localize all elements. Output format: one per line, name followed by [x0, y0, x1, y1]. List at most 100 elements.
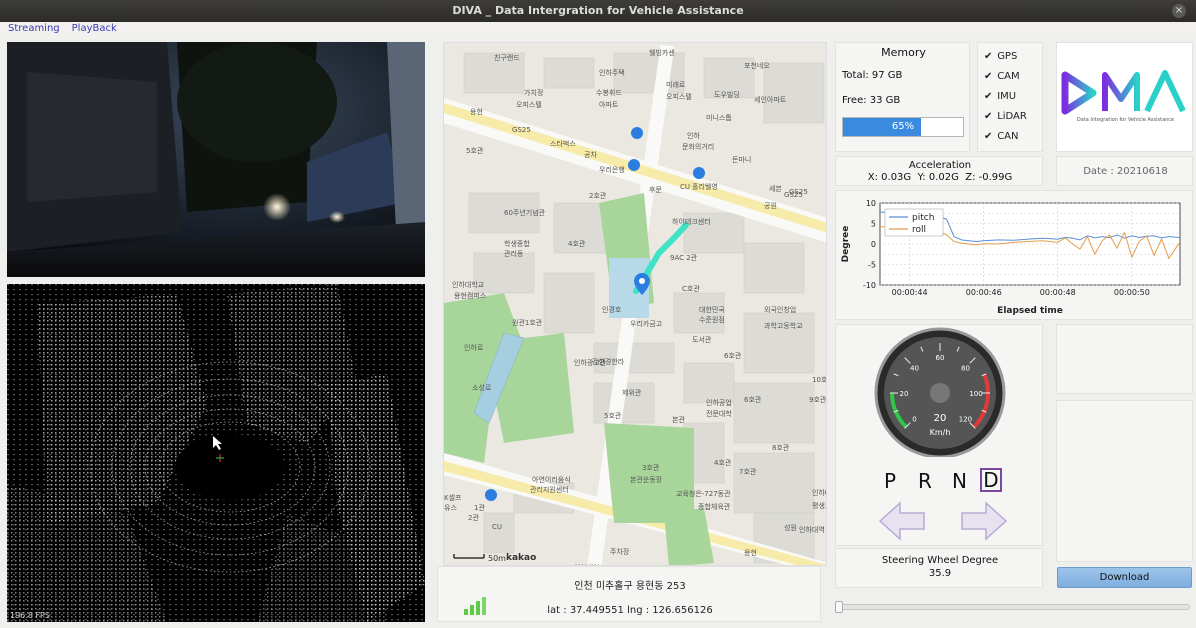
lidar-view: 196.8 FPS	[7, 284, 425, 622]
map-label: 인하공업	[706, 399, 732, 407]
gear-selector: P R N D	[836, 468, 1044, 495]
sensor-can[interactable]: ✔ CAN	[984, 127, 1042, 147]
sensor-lidar[interactable]: ✔ LiDAR	[984, 107, 1042, 127]
map-label: 2관	[468, 514, 479, 522]
map-label: 인하	[687, 132, 700, 140]
map-label: 강현경한라	[592, 358, 625, 366]
latlng-text: lat : 37.449551 lng : 126.656126	[547, 605, 713, 616]
map-label: 4호관	[714, 459, 732, 467]
map-label: 인하대학교	[452, 281, 485, 289]
map-label: 인하주택	[599, 69, 625, 77]
map-label: 5호관	[604, 412, 622, 420]
map-view[interactable]: 친구랜드 웰빙카센 인하주택 포천네오 가치정 오피스텔 수봉휘드 아파트 미래로 오피스텔 도우빌…	[443, 42, 827, 566]
map-label: 본관	[672, 416, 685, 424]
gauge-tick-label: 60	[936, 354, 945, 362]
camera-frame	[7, 42, 425, 277]
chart-legend-label: roll	[912, 225, 926, 235]
sensor-imu[interactable]: ✔ IMU	[984, 87, 1042, 107]
map-label: 세븐	[769, 185, 782, 193]
chart-xtick-label: 00:00:50	[1114, 288, 1150, 297]
map-label: 수준원점	[699, 316, 725, 324]
map-label: 인하로	[464, 344, 484, 352]
map-label: 주차장	[610, 548, 630, 556]
gauge-tick-label: 0	[912, 415, 916, 423]
lidar-point-cloud	[7, 284, 425, 622]
map-label: 전문대학	[706, 410, 732, 418]
logo-panel: Data Integration for Vehicle Assistance	[1056, 42, 1193, 152]
diva-logo	[1061, 70, 1186, 115]
map-label: 5호관	[466, 147, 484, 155]
chart-ylabel: Degree	[841, 226, 851, 263]
check-icon: ✔	[984, 51, 993, 62]
memory-title: Memory	[881, 46, 926, 59]
check-icon: ✔	[984, 111, 993, 122]
map-label: 평생교육원	[812, 502, 826, 510]
imu-chart-panel: -10 -5 0 5 10 00:00:44 00:00:46 00:00:48 00:00:5…	[835, 190, 1193, 320]
chart-xlabel: Elapsed time	[997, 306, 1063, 316]
map-label: 과학고등학교	[764, 322, 803, 330]
map-label: 용현캠퍼스	[454, 292, 487, 300]
map-label: 용현	[744, 549, 757, 557]
map-label: 관리동	[504, 250, 524, 258]
map-label: 9호관	[809, 396, 827, 404]
map-label: 8호관	[772, 444, 790, 452]
title-bar: DIVA _ Data Intergration for Vehicle Ass…	[0, 0, 1196, 22]
memory-total: Total: 97 GB	[842, 70, 903, 81]
map-label: C호관	[682, 285, 700, 293]
map-label: 우리카금고	[630, 320, 663, 328]
map-label: 아파트	[599, 101, 619, 109]
map-label: 성원	[784, 524, 797, 532]
map-scale: 50m	[488, 554, 506, 563]
menu-streaming[interactable]: Streaming	[0, 22, 64, 36]
menu-playback[interactable]: PlayBack	[64, 22, 121, 36]
left-arrow-icon	[878, 501, 925, 541]
gauge-tick-label: 120	[959, 415, 972, 423]
blank-panel-top	[1056, 324, 1193, 394]
map-label: 60주년기념관	[504, 209, 546, 217]
gauge-unit: Km/h	[930, 428, 951, 437]
chart-ytick-label: -10	[863, 281, 876, 290]
map-label: 공차	[584, 151, 597, 159]
camera-view	[7, 42, 425, 277]
gear-r: R	[918, 469, 932, 493]
map-label: 제위관	[622, 389, 642, 397]
menu-bar: Streaming PlayBack	[0, 22, 1196, 38]
address-text: 인천 미추홀구 용현동 253	[574, 581, 686, 592]
map-label: 인경호	[602, 306, 622, 314]
imu-chart: -10 -5 0 5 10 00:00:44 00:00:46 00:00:48 00:00:5…	[841, 199, 1181, 316]
playback-slider-handle[interactable]	[835, 601, 843, 613]
map-label: 학생종합	[504, 240, 530, 248]
chart-ytick-label: 5	[871, 220, 876, 229]
logo-tagline: Data Integration for Vehicle Assistance	[1076, 117, 1175, 123]
map-label: 10호관	[812, 376, 827, 384]
map-label: 인하대역	[799, 526, 825, 534]
date-text: Date : 20210618	[1083, 166, 1168, 177]
map-label: 6호관	[744, 396, 762, 404]
speedometer: 0 20 40 60 80 100 120 20 Km/h	[874, 327, 1006, 457]
gauge-tick-label: 100	[969, 390, 982, 398]
map-label: 4호관	[568, 240, 586, 248]
map-label: 도우빌딩	[714, 91, 740, 99]
playback-slider[interactable]	[835, 601, 1190, 613]
map-label: 미래로	[666, 81, 686, 89]
map-label: 문화의거리	[682, 143, 715, 151]
map-label: 관리지원센터	[530, 486, 569, 494]
close-button[interactable]: ×	[1172, 4, 1186, 18]
download-button[interactable]: Download	[1057, 567, 1192, 588]
gauge-value: 20	[934, 413, 947, 424]
map-label: GS25	[512, 126, 531, 134]
sensor-cam[interactable]: ✔ CAM	[984, 67, 1042, 87]
map-label: 오피스텔	[666, 93, 692, 101]
map-label: 포천네오	[744, 62, 770, 70]
gauge-tick-label: 80	[961, 365, 970, 373]
map-label: 3호관	[642, 464, 660, 472]
chart-ytick-label: -5	[868, 261, 876, 270]
gear-d: D	[980, 468, 1002, 492]
map-label: 소성로	[472, 384, 492, 392]
map-label: 아연이리움식	[532, 476, 571, 484]
map-label: 용현	[470, 108, 483, 116]
map-label: 돈마니	[732, 156, 752, 164]
map-label: 본관운동장	[630, 476, 663, 484]
sensor-gps[interactable]: ✔ GPS	[984, 47, 1042, 67]
map-label: CU	[492, 523, 503, 531]
